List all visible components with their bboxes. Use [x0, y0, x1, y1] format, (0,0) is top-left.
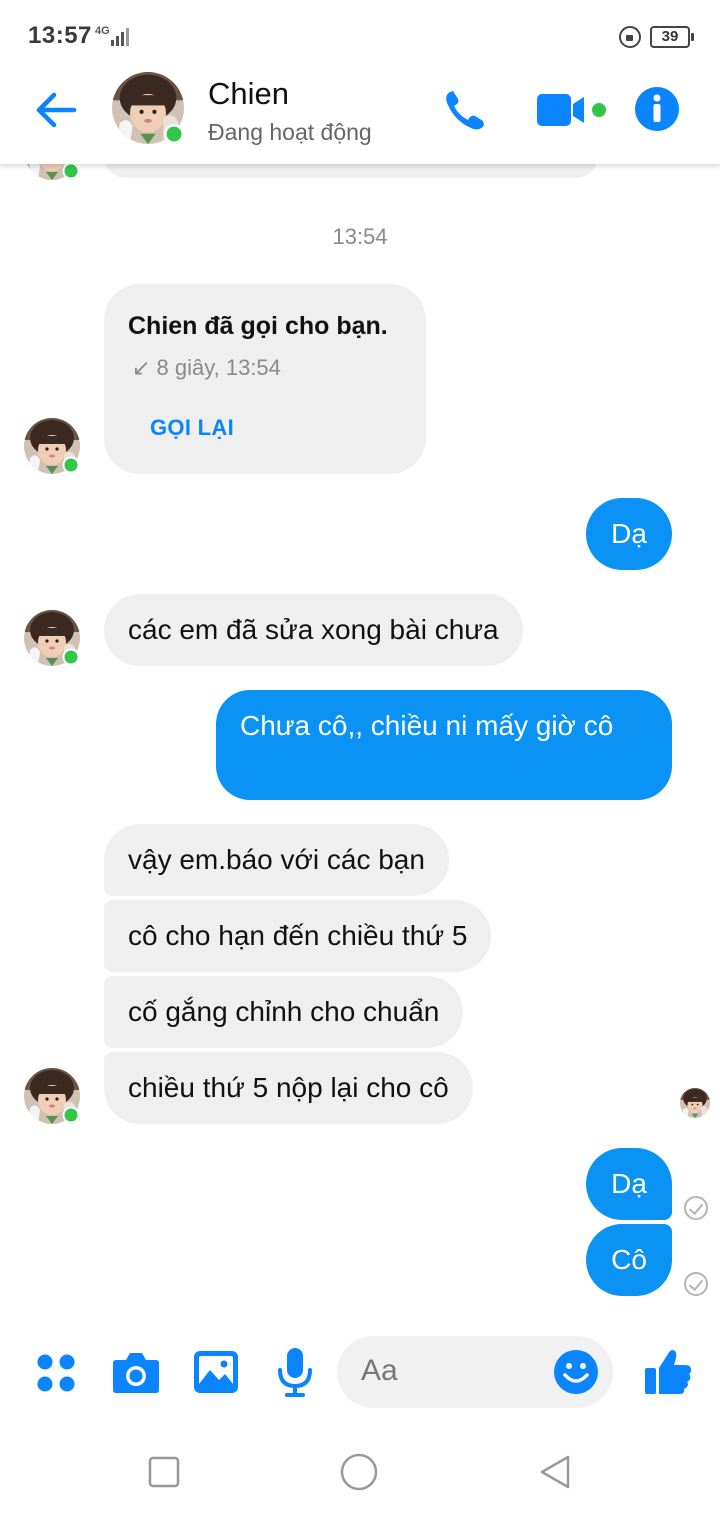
call-back-button[interactable]: GỌI LẠI	[150, 415, 234, 441]
rotation-lock-icon	[619, 26, 641, 48]
outgoing-message[interactable]: Dạ	[586, 498, 672, 570]
network-label: 4G	[95, 25, 110, 37]
contact-avatar[interactable]	[112, 72, 184, 144]
phone-icon[interactable]	[440, 86, 490, 134]
incoming-message[interactable]: các em đã sửa xong bài chưa	[104, 594, 523, 666]
signal-icon	[111, 28, 129, 46]
image-icon[interactable]	[193, 1350, 239, 1394]
message-input[interactable]: Aa	[337, 1336, 613, 1408]
microphone-icon[interactable]	[276, 1346, 314, 1398]
sent-check-icon	[684, 1272, 708, 1296]
incoming-message[interactable]: cố gắng chỉnh cho chuẩn	[104, 976, 464, 1048]
cut-off-message	[104, 164, 598, 178]
contact-status: Đang hoạt động	[208, 119, 372, 145]
sender-avatar	[24, 164, 80, 180]
home-icon[interactable]	[340, 1453, 378, 1491]
thumbs-up-icon[interactable]	[644, 1346, 692, 1396]
call-card-meta: ↙ 8 giây, 13:54	[132, 355, 281, 380]
sender-avatar	[24, 1068, 80, 1124]
status-time: 13:57	[28, 22, 92, 49]
four-dots-icon[interactable]	[36, 1353, 76, 1393]
outgoing-message[interactable]: Dạ	[586, 1148, 672, 1220]
system-nav-bar	[0, 1430, 720, 1520]
conversation-header: Chien Đang hoạt động	[0, 70, 720, 164]
battery-icon: 39	[650, 26, 694, 48]
contact-name[interactable]: Chien	[208, 76, 289, 112]
recent-apps-icon[interactable]	[148, 1456, 180, 1488]
back-arrow-icon[interactable]	[30, 86, 82, 134]
status-bar: 13:57 4G 39	[0, 0, 720, 70]
sent-check-icon	[684, 1196, 708, 1220]
info-icon[interactable]	[634, 86, 680, 132]
outgoing-message[interactable]: Chưa cô,, chiều ni mấy giờ cô	[216, 690, 672, 800]
missed-call-card: Chien đã gọi cho bạn. ↙ 8 giây, 13:54 GỌ…	[104, 284, 426, 474]
call-card-title: Chien đã gọi cho bạn.	[128, 312, 388, 340]
message-input-placeholder: Aa	[361, 1354, 398, 1387]
back-nav-icon[interactable]	[538, 1454, 572, 1490]
incoming-message[interactable]: vậy em.báo với các bạn	[104, 824, 449, 896]
chat-timestamp: 13:54	[332, 224, 388, 249]
message-list[interactable]: 13:54 Chien đã gọi cho bạn. ↙ 8 giây, 13…	[0, 164, 720, 1314]
incoming-message[interactable]: cô cho hạn đến chiều thứ 5	[104, 900, 492, 972]
sender-avatar	[24, 610, 80, 666]
smiley-icon[interactable]	[553, 1349, 599, 1395]
video-camera-icon[interactable]	[536, 90, 612, 130]
incoming-message[interactable]: chiều thứ 5 nộp lại cho cô	[104, 1052, 473, 1124]
sender-avatar	[24, 418, 80, 474]
seen-avatar	[680, 1088, 710, 1118]
message-composer: Aa	[0, 1320, 720, 1430]
outgoing-message[interactable]: Cô	[586, 1224, 672, 1296]
camera-icon[interactable]	[112, 1350, 160, 1394]
